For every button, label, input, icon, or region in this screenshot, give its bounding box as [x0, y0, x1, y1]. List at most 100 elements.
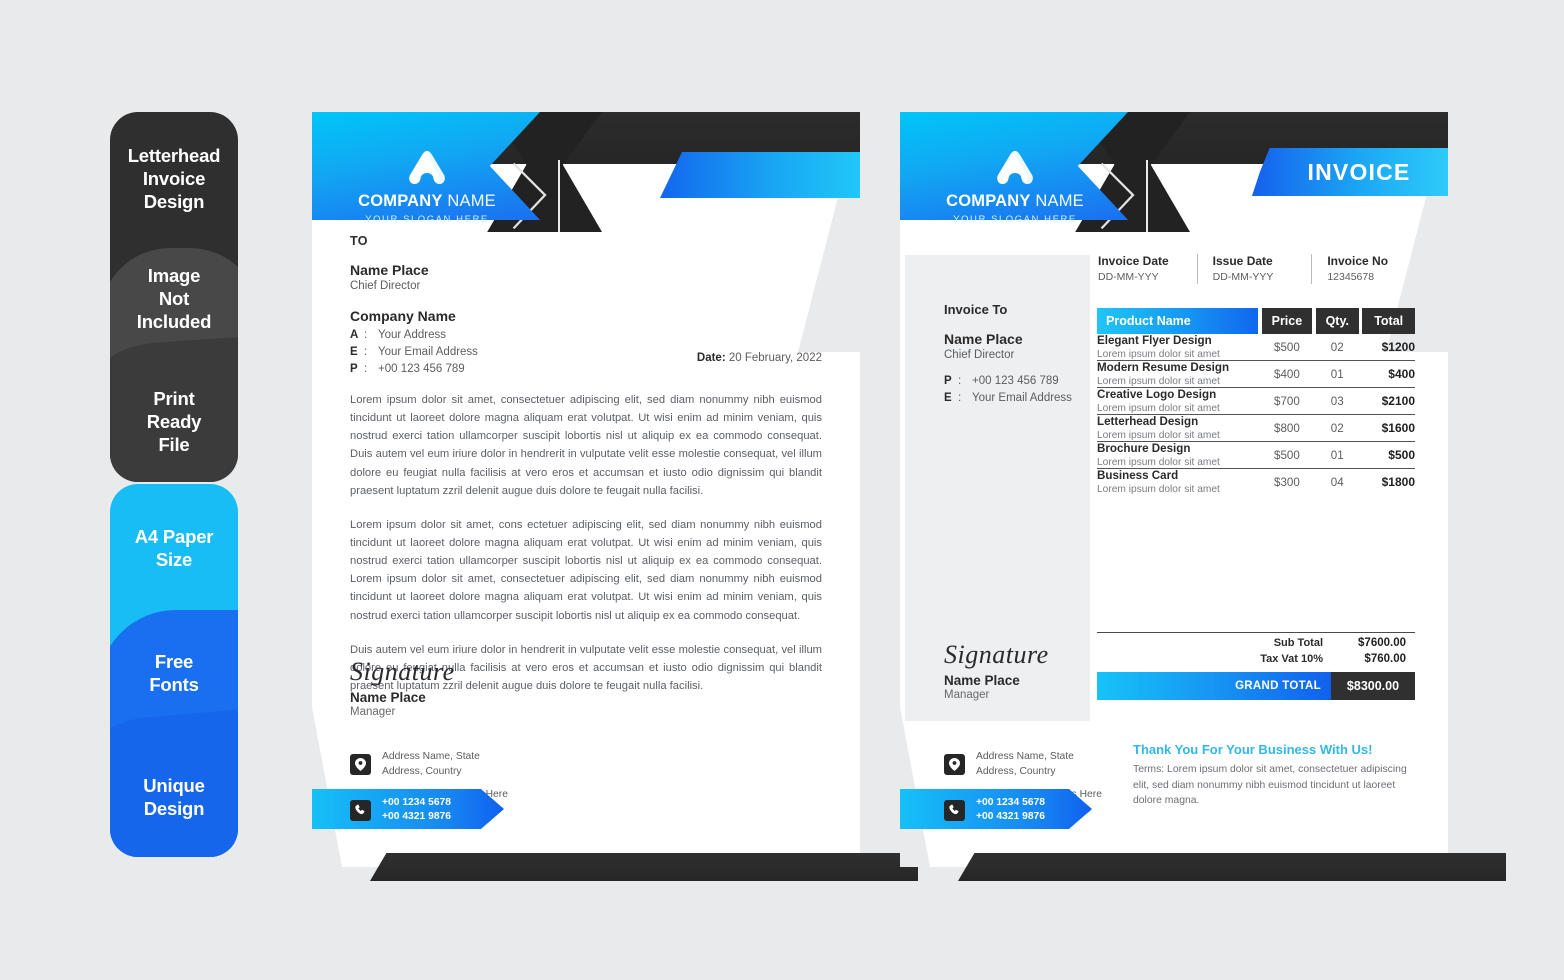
recipient-role: Chief Director [350, 280, 421, 292]
product-desc: Lorem ipsum dolor sit amet [1097, 484, 1220, 495]
cell-total: $400 [1388, 367, 1415, 381]
signature-name: Name Place [350, 690, 426, 705]
contact-value: Your Email Address [972, 392, 1072, 404]
sidebar-item-a4-paper-size: A4 Paper Size [134, 526, 214, 571]
cell-price: $500 [1274, 340, 1300, 354]
contact-row-email: E : Your Email Address [944, 392, 1094, 404]
footer-phone-text: +00 1234 5678 +00 4321 9876 [382, 796, 451, 825]
sidebar-item-free-fonts: Free Fonts [149, 651, 199, 696]
company-logo-block: COMPANY NAME YOUR SLOGAN HERE [930, 148, 1100, 225]
signature-role: Manager [350, 706, 396, 718]
phone-line-1: +00 1234 5678 [976, 796, 1046, 808]
cell-qty: 04 [1330, 475, 1344, 489]
phone-line-2: +00 4321 9876 [976, 811, 1046, 823]
date-label: Date: [696, 352, 726, 364]
cell-price: $800 [1274, 421, 1300, 435]
contact-key: E [944, 392, 952, 404]
contact-key: P [350, 363, 358, 375]
table-row: Business Card Lorem ipsum dolor sit amet… [1097, 469, 1415, 495]
body-paragraph-1: Lorem ipsum dolor sit amet, consectetuer… [350, 394, 822, 497]
address-line-1: Address Name, State [976, 751, 1074, 762]
invoice-banner-label: INVOICE [1307, 158, 1411, 185]
body-paragraph-2: Lorem ipsum dolor sit amet, cons ectetue… [350, 518, 822, 622]
company-name: COMPANY NAME [358, 192, 496, 210]
letterhead-header: COMPANY NAME YOUR SLOGAN HERE [312, 112, 860, 232]
cell-qty: 01 [1330, 448, 1344, 462]
cell-qty: 02 [1330, 421, 1344, 435]
product-desc: Lorem ipsum dolor sit amet [1097, 403, 1220, 414]
invoice-totals: Sub Total $7600.00 Tax Vat 10% $760.00 [1097, 632, 1415, 665]
invoice-header: INVOICE COMPANY NAME YOUR SLOGAN HERE [900, 112, 1448, 232]
cell-total: $1800 [1381, 475, 1415, 489]
sidebar-item-unique-design: Unique Design [143, 775, 205, 820]
contact-value: Your Email Address [378, 346, 478, 358]
product-name: Modern Resume Design [1097, 361, 1230, 374]
table-header-row: Product Name Price Qty. Total [1097, 308, 1415, 334]
meta-issue-date: Issue Date DD-MM-YYY [1196, 254, 1314, 284]
footer-address-row: Address Name, State Address, Country [944, 750, 1074, 779]
invoice-footer: Address Name, State Address, Country You… [900, 740, 1506, 881]
cell-product: Creative Logo Design Lorem ipsum dolor s… [1097, 388, 1258, 414]
meta-label: Invoice No [1327, 254, 1389, 268]
company-slogan: YOUR SLOGAN HERE [953, 214, 1077, 225]
invoice-items-table: Product Name Price Qty. Total Elegant Fl… [1097, 308, 1415, 495]
contact-value: Your Address [378, 329, 446, 341]
cell-total: $1600 [1381, 421, 1415, 435]
meta-invoice-date: Invoice Date DD-MM-YYY [1098, 254, 1199, 283]
letterhead-page: COMPANY NAME YOUR SLOGAN HERE TO Name Pl… [312, 112, 918, 881]
product-desc: Lorem ipsum dolor sit amet [1097, 376, 1220, 387]
meta-invoice-no: Invoice No 12345678 [1311, 254, 1428, 284]
company-logo-icon [404, 148, 450, 188]
contact-value: +00 123 456 789 [972, 375, 1059, 387]
footer-address-row: Address Name, State Address, Country [350, 750, 480, 779]
product-name: Elegant Flyer Design [1097, 334, 1212, 347]
product-desc: Lorem ipsum dolor sit amet [1097, 457, 1220, 468]
footer-dark-bar [958, 853, 1506, 881]
grand-total-label: GRAND TOTAL [1097, 672, 1331, 700]
cell-qty: 01 [1330, 367, 1344, 381]
phone-icon [350, 799, 371, 821]
subtotal-label: Sub Total [1273, 637, 1323, 649]
signature-script: Signature [944, 640, 1049, 669]
cell-qty: 02 [1330, 340, 1344, 354]
cell-product: Letterhead Design Lorem ipsum dolor sit … [1097, 415, 1258, 441]
design-mockup-canvas: Letterhead Invoice Design Image Not Included… [0, 0, 1564, 980]
footer-address-text: Address Name, State Address, Country [382, 750, 480, 779]
cell-product: Business Card Lorem ipsum dolor sit amet [1097, 469, 1258, 495]
cell-price: $300 [1274, 475, 1300, 489]
column-header-total: Total [1362, 308, 1415, 334]
table-row: Modern Resume Design Lorem ipsum dolor s… [1097, 361, 1415, 387]
product-desc: Lorem ipsum dolor sit amet [1097, 349, 1220, 360]
contact-value: +00 123 456 789 [378, 363, 465, 375]
contact-separator: : [364, 363, 368, 375]
meta-value: 12345678 [1327, 271, 1375, 283]
meta-label: Invoice Date [1098, 254, 1169, 268]
invoice-to-label: Invoice To [944, 302, 1008, 317]
signature-script: Signature [350, 657, 455, 686]
signature-role: Manager [944, 689, 990, 701]
cell-product: Modern Resume Design Lorem ipsum dolor s… [1097, 361, 1258, 387]
contact-key: E [350, 346, 358, 358]
phone-line-2: +00 4321 9876 [382, 811, 452, 823]
company-logo-icon [992, 148, 1038, 188]
recipient-role: Chief Director [944, 349, 1015, 361]
recipient-name: Name Place [350, 262, 429, 278]
meta-value: DD-MM-YYY [1098, 271, 1159, 283]
phone-line-1: +00 1234 5678 [382, 796, 452, 808]
subtotal-row: Sub Total $7600.00 [1097, 633, 1415, 649]
tax-value: $760.00 [1364, 653, 1406, 665]
column-header-price: Price [1261, 308, 1313, 334]
cell-qty: 03 [1330, 394, 1344, 408]
address-line-2: Address, Country [976, 765, 1056, 777]
product-name: Letterhead Design [1097, 415, 1199, 428]
invoice-signature-block: Signature Name Place Manager [944, 640, 1049, 701]
column-header-product-name: Product Name [1097, 308, 1258, 334]
cell-price: $500 [1274, 448, 1300, 462]
recipient-name: Name Place [944, 331, 1023, 347]
company-slogan: YOUR SLOGAN HERE [365, 214, 489, 225]
table-row: Letterhead Design Lorem ipsum dolor sit … [1097, 415, 1415, 441]
company-logo-block: COMPANY NAME YOUR SLOGAN HERE [342, 148, 512, 225]
cell-total: $2100 [1381, 394, 1415, 408]
footer-phone-row: +00 1234 5678 +00 4321 9876 [944, 796, 1045, 825]
phone-icon [944, 799, 965, 821]
